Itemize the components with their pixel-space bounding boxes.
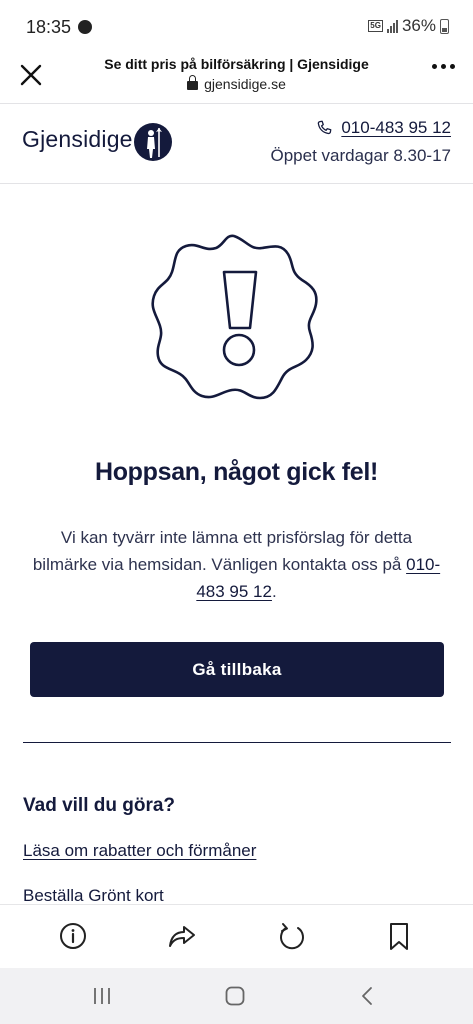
status-bar: 18:35 5G 36%	[0, 0, 473, 52]
system-nav-bar	[0, 968, 473, 1024]
actions-heading: Vad vill du göra?	[23, 795, 176, 816]
bookmark-icon[interactable]	[382, 919, 416, 953]
url-domain[interactable]: gjensidige.se	[70, 75, 403, 92]
recent-apps-icon[interactable]	[90, 984, 114, 1008]
more-options-icon[interactable]	[432, 64, 455, 69]
logo-icon[interactable]	[133, 122, 173, 162]
status-indicators: 5G 36%	[368, 16, 449, 36]
logo-text[interactable]: Gjensidige	[22, 126, 133, 153]
info-icon[interactable]	[56, 919, 90, 953]
error-title: Hoppsan, något gick fel!	[94, 458, 379, 486]
refresh-icon[interactable]	[274, 919, 308, 953]
site-header: Gjensidige 010-483 95 12 Öppet vardagar …	[0, 104, 473, 184]
signal-bars-icon	[386, 19, 398, 33]
link-green-card[interactable]: Beställa Grönt kort	[23, 886, 164, 906]
share-icon[interactable]	[165, 919, 199, 953]
error-description: Vi kan tyvärr inte lämna ett prisförslag…	[30, 524, 443, 605]
section-divider	[23, 742, 451, 743]
back-icon[interactable]	[356, 984, 380, 1008]
page-title: Se ditt pris på bilförsäkring | Gjensidi…	[104, 56, 369, 72]
phone-link[interactable]: 010-483 95 12	[341, 118, 451, 138]
battery-percent: 36%	[401, 16, 436, 35]
domain-text: gjensidige.se	[204, 76, 286, 92]
browser-toolbar	[0, 904, 473, 968]
error-burst-icon	[151, 234, 318, 400]
error-text-end: .	[271, 582, 277, 601]
close-icon[interactable]	[16, 60, 46, 90]
phone-contact[interactable]: 010-483 95 12	[315, 118, 451, 138]
status-time: 18:35	[26, 17, 72, 37]
go-back-button[interactable]: Gå tillbaka	[30, 642, 444, 697]
phone-icon	[318, 120, 332, 135]
battery-icon	[440, 18, 449, 34]
error-text-main: Vi kan tyvärr inte lämna ett prisförslag…	[32, 528, 413, 574]
notification-dot-icon	[78, 20, 92, 34]
opening-hours: Öppet vardagar 8.30-17	[270, 146, 451, 165]
lock-icon	[187, 75, 199, 90]
browser-bar: Se ditt pris på bilförsäkring | Gjensidi…	[0, 52, 473, 104]
link-discounts[interactable]: Läsa om rabatter och förmåner	[23, 841, 256, 861]
home-icon[interactable]	[223, 984, 247, 1008]
network-type-icon: 5G	[368, 20, 383, 32]
